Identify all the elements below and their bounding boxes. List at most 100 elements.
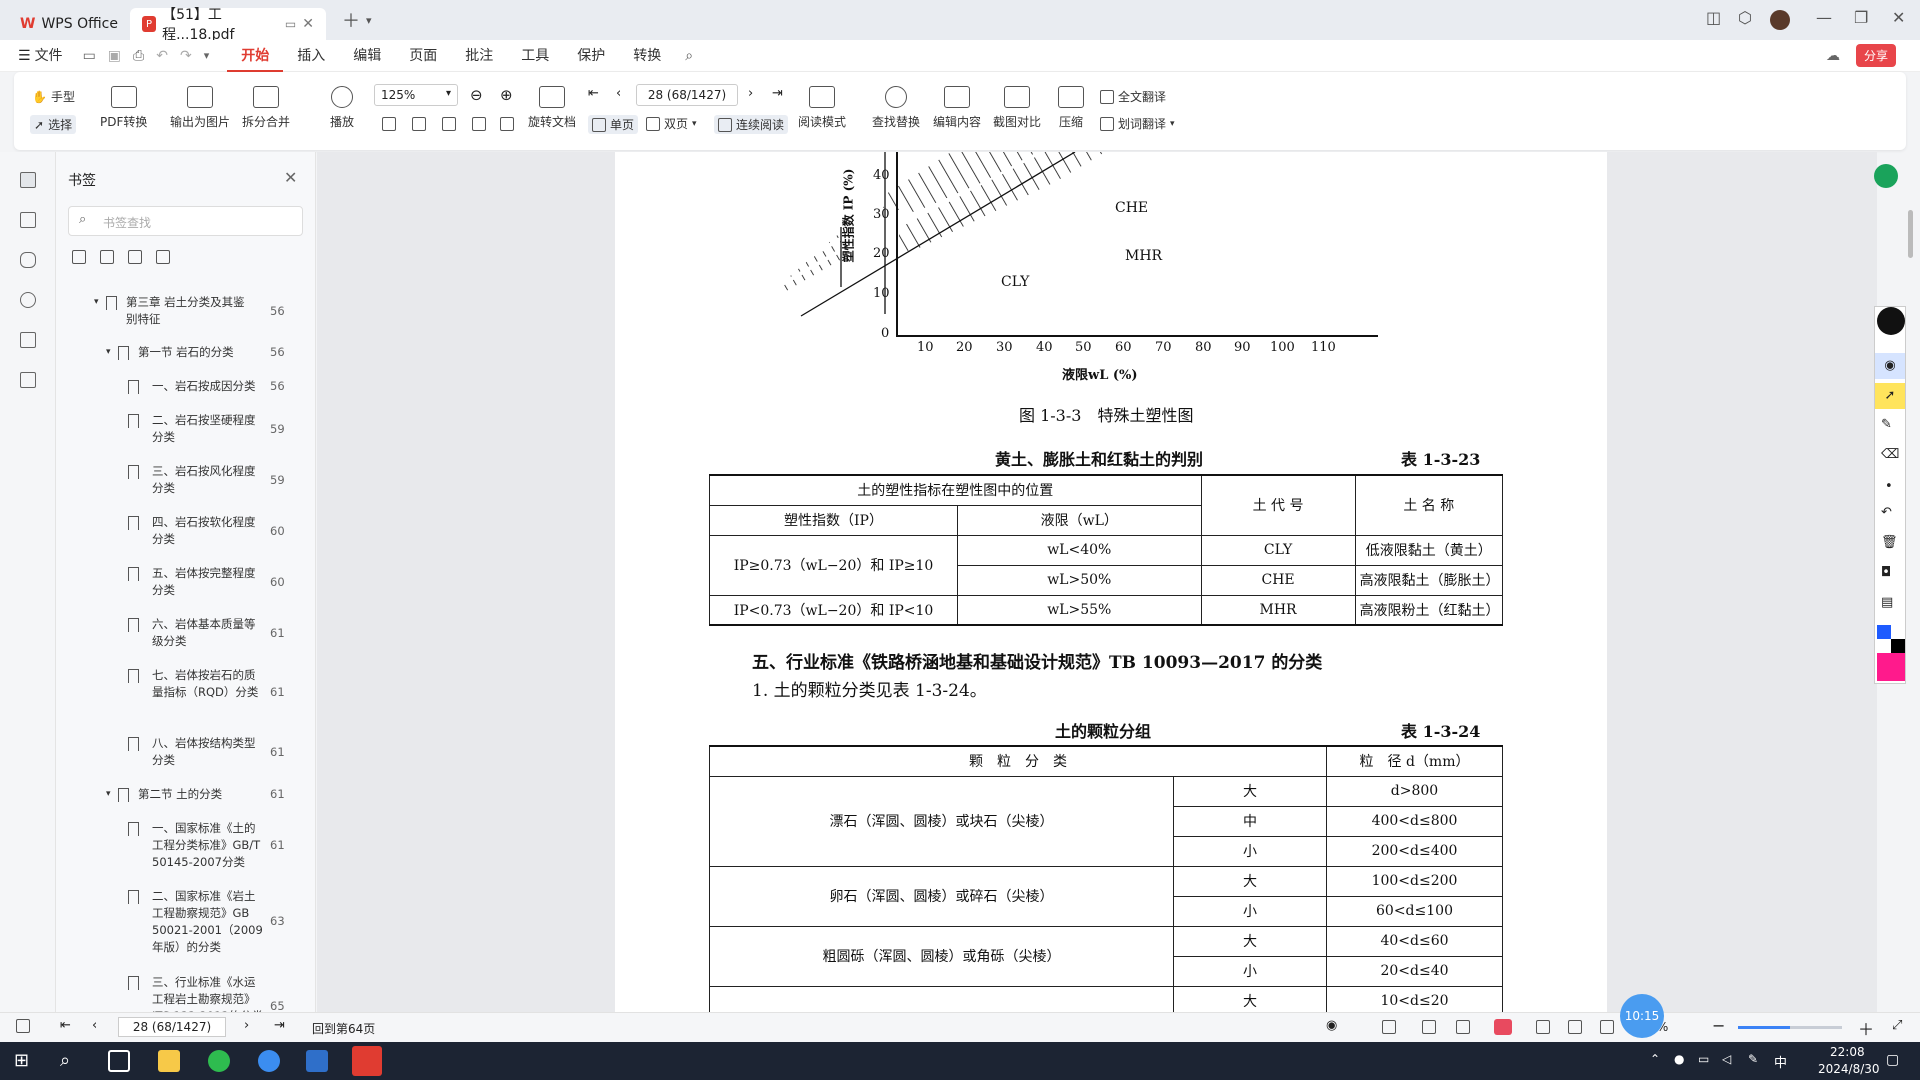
sheet-app-icon[interactable] xyxy=(1874,164,1898,188)
trash-icon[interactable]: 🗑 xyxy=(1881,535,1898,550)
color-magenta-swatch[interactable] xyxy=(1877,653,1905,681)
search-icon[interactable]: ⌕ xyxy=(60,1050,82,1072)
pin-icon[interactable] xyxy=(1877,307,1905,335)
tray-chevron-icon[interactable]: ⌃ xyxy=(1650,1052,1660,1066)
wechat-icon[interactable] xyxy=(208,1050,230,1072)
prev-page-icon[interactable]: ‹ xyxy=(92,1018,97,1033)
play-button[interactable]: 播放 xyxy=(330,86,354,130)
next-page-icon[interactable]: › xyxy=(244,1018,249,1033)
copy-page-icon[interactable] xyxy=(472,117,486,131)
edit-content-button[interactable]: 编辑内容 xyxy=(933,86,981,130)
pen-icon[interactable]: ✎ xyxy=(1881,417,1892,432)
zoom-plus-icon[interactable]: ＋ xyxy=(1858,1016,1874,1040)
expand-chevron-icon[interactable]: ▾ xyxy=(106,344,111,361)
next-page-icon[interactable]: › xyxy=(748,86,753,101)
avatar[interactable] xyxy=(1770,10,1790,30)
search-icon[interactable]: ⌕ xyxy=(685,48,693,64)
signature-icon[interactable] xyxy=(20,332,36,348)
share-button[interactable]: 分享 xyxy=(1856,44,1897,67)
back-to-page-link[interactable]: 回到第64页 xyxy=(312,1020,375,1037)
print-icon[interactable]: ⎙ xyxy=(133,48,144,64)
notification-icon[interactable]: ▢ xyxy=(1886,1052,1899,1068)
sidebar-close-icon[interactable]: ✕ xyxy=(284,168,297,187)
pen-tray-icon[interactable]: ✎ xyxy=(1748,1052,1758,1066)
export-image-button[interactable]: 输出为图片 xyxy=(170,86,230,130)
thumbnail-icon[interactable] xyxy=(20,212,36,228)
rotate-page-icon[interactable] xyxy=(500,117,514,131)
timer-badge[interactable]: 10:15 xyxy=(1620,994,1664,1038)
volume-icon[interactable]: ◁ xyxy=(1722,1052,1731,1066)
menu-start[interactable]: 开始 xyxy=(227,40,284,72)
eye-mode-icon[interactable]: ◉ xyxy=(1326,1018,1337,1033)
actual-size-icon[interactable] xyxy=(382,117,396,131)
fit-width-icon[interactable] xyxy=(442,117,456,131)
fullscreen-icon[interactable]: ⤢ xyxy=(1892,1018,1902,1033)
split-merge-button[interactable]: 拆分合并 xyxy=(242,86,290,130)
layers-icon[interactable] xyxy=(20,372,36,388)
tab-monitor-icon[interactable]: ▭ xyxy=(285,17,296,31)
first-page-icon[interactable]: ⇤ xyxy=(588,86,599,101)
restore-icon[interactable]: ❐ xyxy=(1854,8,1868,27)
fit-icon[interactable] xyxy=(1568,1020,1582,1034)
menu-page[interactable]: 页面 xyxy=(395,40,451,72)
attachment-icon[interactable] xyxy=(20,292,36,308)
comment-icon[interactable] xyxy=(20,252,36,268)
menu-tools[interactable]: 工具 xyxy=(507,40,563,72)
save-icon[interactable]: ▣ xyxy=(108,48,121,64)
eraser-icon[interactable]: ⌫ xyxy=(1881,447,1899,462)
cube-icon[interactable]: ⬡ xyxy=(1738,8,1752,27)
layout-icon[interactable]: ◫ xyxy=(1706,8,1721,27)
bookmark-item[interactable]: 三、行业标准《水运工程岩土勘察规范》JTS 133-2013的分类 65 xyxy=(128,974,288,1012)
last-page-icon[interactable]: ⇥ xyxy=(274,1018,285,1033)
double-page-button[interactable]: 双页 ▾ xyxy=(646,115,697,132)
full-translate-button[interactable]: 全文翻译 xyxy=(1100,88,1166,105)
document-icon[interactable]: ▤ xyxy=(1881,595,1893,610)
hamburger-icon[interactable]: ☰ xyxy=(18,48,31,64)
bookmark-action-icon[interactable] xyxy=(128,250,142,264)
menu-convert[interactable]: 转换 xyxy=(619,40,675,72)
color-black-swatch[interactable] xyxy=(1891,639,1905,653)
select-tool-button[interactable]: ➚ 选择 xyxy=(30,115,77,134)
mic-icon[interactable]: ● xyxy=(1674,1052,1684,1066)
clock-time[interactable]: 22:08 xyxy=(1830,1045,1865,1059)
menu-edit[interactable]: 编辑 xyxy=(339,40,395,72)
bookmark-remove-icon[interactable] xyxy=(156,250,170,264)
menu-comment[interactable]: 批注 xyxy=(451,40,507,72)
windows-start-icon[interactable]: ⊞ xyxy=(14,1050,36,1072)
app-icon[interactable] xyxy=(306,1050,328,1072)
eye-icon[interactable]: ◉ xyxy=(1875,353,1905,379)
document-scrollbar[interactable] xyxy=(1908,210,1913,258)
browser-icon[interactable] xyxy=(258,1050,280,1072)
single-page-button[interactable]: 单页 xyxy=(588,115,639,134)
quick-access-chevron-icon[interactable]: ▾ xyxy=(204,49,210,62)
zoom-minus-icon[interactable]: − xyxy=(1712,1016,1725,1035)
expand-chevron-icon[interactable]: ▾ xyxy=(106,786,111,803)
undo-icon[interactable]: ↶ xyxy=(1881,505,1892,520)
view-icon-4[interactable] xyxy=(1536,1020,1550,1034)
hand-tool-button[interactable]: ✋ 手型 xyxy=(32,88,75,105)
find-replace-button[interactable]: 查找替换 xyxy=(872,86,920,130)
color-blue-swatch[interactable] xyxy=(1877,625,1891,639)
page-number-input[interactable]: 28 (68/1427) xyxy=(636,84,738,106)
tab-document[interactable]: P 【51】工程...18.pdf ▭ ✕ xyxy=(129,7,326,43)
dot-icon[interactable]: • xyxy=(1885,479,1893,494)
close-window-icon[interactable]: ✕ xyxy=(1892,8,1905,27)
new-tab-icon[interactable]: ＋ xyxy=(342,7,360,33)
tab-list-chevron-icon[interactable]: ▾ xyxy=(366,14,372,27)
continuous-button[interactable]: 连续阅读 xyxy=(714,115,789,134)
add-bookmark-icon[interactable] xyxy=(72,250,86,264)
prev-page-icon[interactable]: ‹ xyxy=(616,86,621,101)
add-sub-bookmark-icon[interactable] xyxy=(100,250,114,264)
menu-file[interactable]: 文件 xyxy=(31,40,77,72)
ime-indicator[interactable]: 中 xyxy=(1774,1052,1787,1071)
redo-icon[interactable]: ↷ xyxy=(180,48,192,64)
menu-protect[interactable]: 保护 xyxy=(563,40,619,72)
camera-icon[interactable]: ◘ xyxy=(1881,565,1891,580)
screenshot-compare-button[interactable]: 截图对比 xyxy=(993,86,1041,130)
bookmark-search-input[interactable]: ⌕ 书签查找 xyxy=(68,206,303,236)
reading-mode-button[interactable]: 阅读模式 xyxy=(798,86,846,130)
undo-icon[interactable]: ↶ xyxy=(156,48,168,64)
expand-chevron-icon[interactable]: ▾ xyxy=(94,294,99,311)
zoom-out-icon[interactable]: ⊖ xyxy=(470,86,483,104)
clock-date[interactable]: 2024/8/30 xyxy=(1818,1062,1880,1076)
